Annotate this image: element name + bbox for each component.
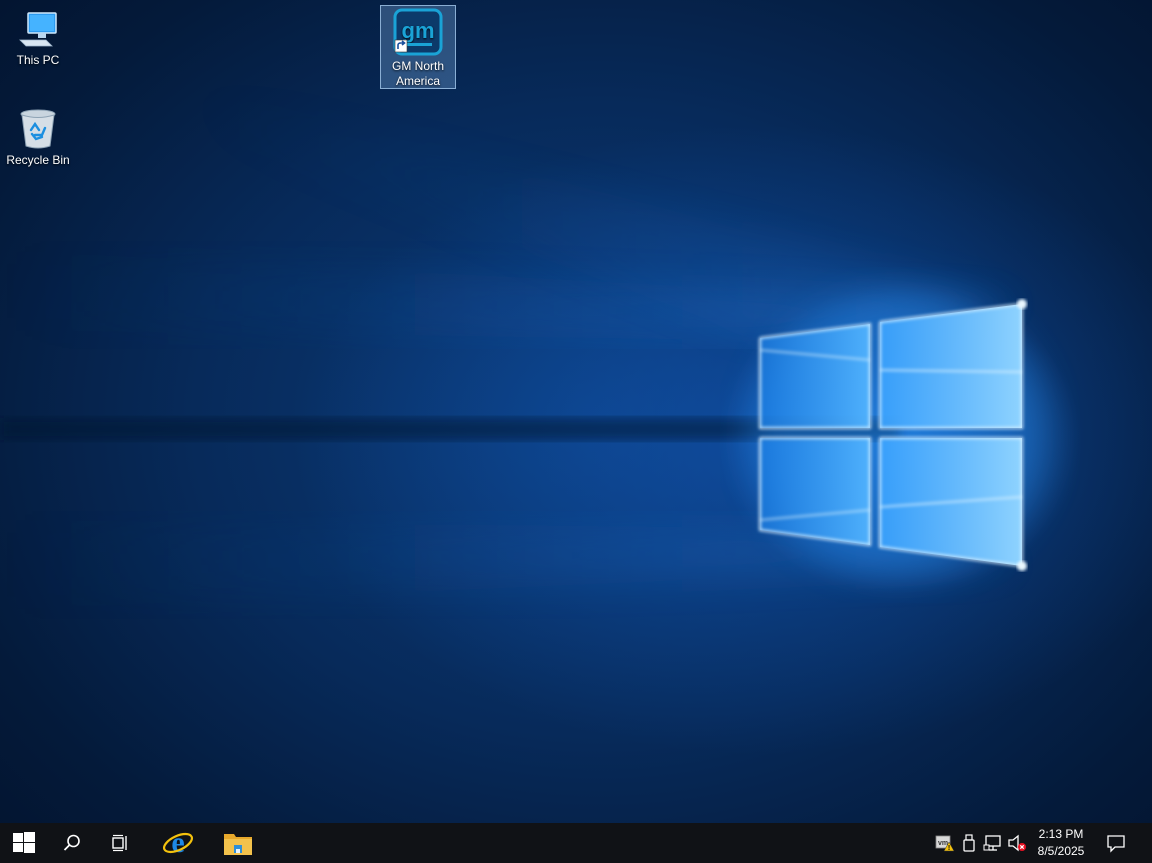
tray-network[interactable] (983, 833, 1003, 853)
windows-wallpaper (0, 80, 1050, 610)
computer-icon (19, 12, 57, 47)
recycle-bin-icon (20, 109, 56, 149)
clock-time: 2:13 PM (1038, 827, 1084, 841)
volume-muted-icon (1008, 834, 1026, 852)
taskbar-internet-explorer[interactable]: e (154, 823, 202, 863)
clock-date: 8/5/2025 (1037, 844, 1085, 858)
desktop-icon-this-pc[interactable]: This PC (0, 8, 76, 78)
desktop-icon-label: GM North America (391, 59, 444, 88)
desktop-icon-label: This PC (16, 53, 60, 67)
windows-start-icon (13, 832, 35, 853)
svg-text:e: e (171, 827, 184, 859)
svg-text:gm: gm (402, 18, 435, 43)
internet-explorer-icon: e (162, 827, 194, 859)
desktop[interactable]: This PC Recycle Bin gm GM North America (0, 0, 1152, 823)
tray-vmware-tools[interactable]: vm ! (935, 833, 955, 853)
search-button[interactable] (48, 823, 96, 863)
search-icon (63, 834, 80, 851)
desktop-icon-recycle-bin[interactable]: Recycle Bin (0, 106, 76, 176)
action-center-button[interactable] (1096, 823, 1136, 863)
task-view-icon (112, 834, 127, 852)
tray-usb[interactable] (959, 833, 979, 853)
file-explorer-icon (224, 834, 252, 855)
action-center-icon (1107, 835, 1125, 853)
start-button[interactable] (0, 823, 48, 863)
task-view-button[interactable] (96, 823, 144, 863)
desktop-icon-label: Recycle Bin (6, 153, 70, 167)
shortcut-arrow-icon (394, 39, 408, 53)
taskbar: e vm ! 2:13 PM 8/5/2025 (0, 823, 1152, 863)
usb-device-icon (963, 834, 975, 852)
taskbar-file-explorer[interactable] (214, 823, 262, 863)
network-icon (983, 835, 1001, 851)
vmware-tools-warning-icon: vm ! (935, 835, 955, 852)
gm-logo-icon: gm (393, 8, 443, 56)
tray-volume[interactable] (1007, 833, 1027, 853)
svg-text:!: ! (948, 845, 950, 852)
desktop-icon-gm-north-america[interactable]: gm GM North America (380, 5, 456, 89)
taskbar-clock[interactable]: 2:13 PM 8/5/2025 (1030, 826, 1092, 860)
